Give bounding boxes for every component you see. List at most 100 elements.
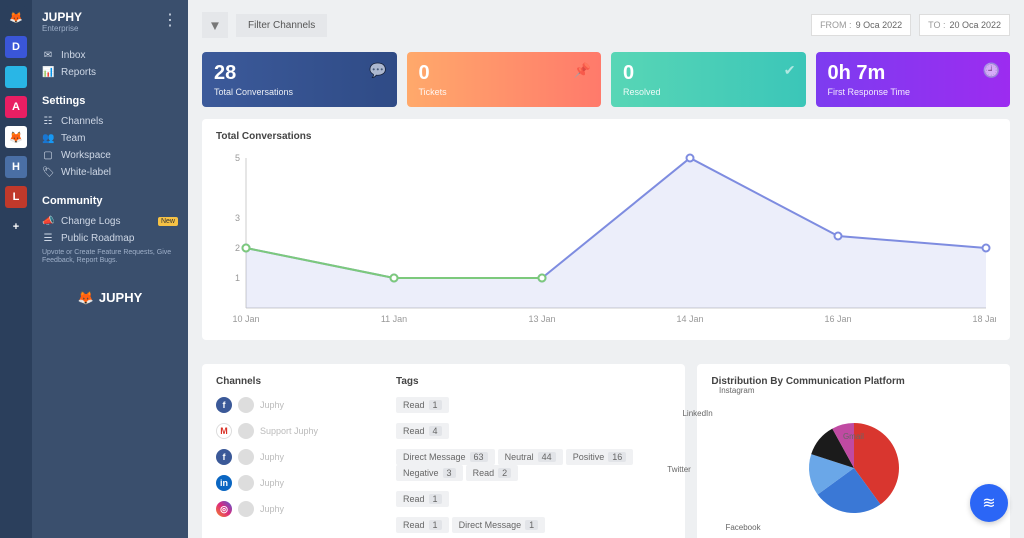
- sidebar-more-icon[interactable]: ⋮: [162, 10, 178, 30]
- conversations-chart: 123510 Jan11 Jan13 Jan14 Jan16 Jan18 Jan: [216, 148, 996, 328]
- tag-label: Direct Message: [459, 520, 522, 530]
- tag-label: Positive: [573, 452, 605, 462]
- main-content: ▼ Filter Channels FROM : 9 Oca 2022 TO :…: [188, 0, 1024, 538]
- date-to[interactable]: TO : 20 Oca 2022: [919, 14, 1010, 36]
- tag-chip[interactable]: Read 1: [396, 517, 449, 533]
- date-from-value: 9 Oca 2022: [856, 20, 903, 30]
- sidebar-item-workspace[interactable]: ▢Workspace: [42, 147, 178, 164]
- tag-label: Read: [403, 520, 425, 530]
- pie-label: Gmail: [843, 432, 864, 441]
- kpi-value: 0h 7m: [828, 62, 999, 85]
- sidebar-item-team[interactable]: 👥Team: [42, 130, 178, 147]
- kpi-value: 0: [623, 62, 794, 85]
- chart-title: Total Conversations: [216, 131, 996, 142]
- sidebar-item-reports[interactable]: 📊 Reports: [42, 64, 178, 81]
- sidebar-note: Upvote or Create Feature Requests, Give …: [42, 249, 178, 266]
- tag-count: 1: [429, 520, 442, 530]
- sidebar-item-icon: 🏷: [42, 167, 54, 178]
- channel-row[interactable]: fJuphy: [216, 397, 376, 413]
- kpi-icon: 💬: [369, 62, 386, 79]
- tag-row: Read1: [396, 397, 671, 413]
- tag-chip[interactable]: Read2: [466, 465, 519, 481]
- rail-item-2[interactable]: [5, 66, 27, 88]
- distribution-panel: Distribution By Communication Platform G…: [697, 364, 1010, 538]
- channel-row[interactable]: inJuphy: [216, 475, 376, 491]
- svg-text:16 Jan: 16 Jan: [824, 314, 851, 324]
- sidebar-item-label: Public Roadmap: [61, 233, 134, 244]
- sidebar-item-channels[interactable]: ☷Channels: [42, 113, 178, 130]
- kpi-card-first-response-time: 0h 7mFirst Response Time🕘: [816, 52, 1011, 107]
- pie-label: Facebook: [725, 523, 760, 532]
- sidebar-heading: Settings: [42, 95, 178, 107]
- channel-name: Juphy: [260, 504, 284, 514]
- channel-row[interactable]: M Support Juphy: [216, 423, 376, 439]
- channel-name: Support Juphy: [260, 426, 318, 436]
- sidebar-item-label: Workspace: [61, 150, 111, 161]
- rail-item-1[interactable]: D: [5, 36, 27, 58]
- gm-icon: M: [216, 423, 232, 439]
- kpi-cards: 28Total Conversations💬0Tickets📌0Resolved…: [202, 52, 1010, 107]
- channel-name: Juphy: [260, 478, 284, 488]
- rail-item-3[interactable]: A: [5, 96, 27, 118]
- sidebar: JUPHY Enterprise ⋮ ✉Inbox 📊 Reports Setting…: [32, 0, 188, 538]
- tag-chip[interactable]: Read1: [396, 397, 449, 413]
- tag-count: 1: [429, 494, 442, 504]
- rail-item-7[interactable]: +: [5, 216, 27, 238]
- tag-row: Read 1 Direct Message1: [396, 517, 671, 533]
- sidebar-item-label: Channels: [61, 116, 103, 127]
- sidebar-item-icon: 📊: [42, 67, 54, 78]
- workspace-rail: 🦊 D A 🦊 HL +: [0, 0, 32, 538]
- conversations-chart-panel: Total Conversations 123510 Jan11 Jan13 J…: [202, 119, 1010, 340]
- svg-text:2: 2: [235, 243, 240, 253]
- channel-name: Juphy: [260, 452, 284, 462]
- sidebar-item-label: Reports: [61, 67, 96, 78]
- sidebar-item-white-label[interactable]: 🏷 White-label: [42, 164, 178, 181]
- tag-row: Read4: [396, 423, 671, 439]
- channel-row[interactable]: f Juphy: [216, 449, 376, 465]
- workspace-plan: Enterprise: [42, 24, 82, 33]
- rail-item-5[interactable]: H: [5, 156, 27, 178]
- tag-chip[interactable]: Negative3: [396, 465, 463, 481]
- channel-row[interactable]: ◎Juphy: [216, 501, 376, 517]
- svg-text:18 Jan: 18 Jan: [972, 314, 996, 324]
- sidebar-item-change-logs[interactable]: 📣Change LogsNew: [42, 213, 178, 230]
- avatar: [238, 397, 254, 413]
- help-fab[interactable]: ≋: [970, 484, 1008, 522]
- date-to-label: TO :: [928, 20, 945, 30]
- avatar: [238, 501, 254, 517]
- kpi-label: Resolved: [623, 87, 794, 97]
- sidebar-item-inbox[interactable]: ✉Inbox: [42, 47, 178, 64]
- avatar: [238, 423, 254, 439]
- workspace-title: JUPHY: [42, 10, 82, 24]
- rail-item-4[interactable]: 🦊: [5, 126, 27, 148]
- svg-text:10 Jan: 10 Jan: [232, 314, 259, 324]
- tag-chip[interactable]: Direct Message63: [396, 449, 495, 465]
- filter-channels-button[interactable]: Filter Channels: [236, 14, 327, 37]
- kpi-value: 28: [214, 62, 385, 85]
- tag-chip[interactable]: Read1: [396, 491, 449, 507]
- pie-label: LinkedIn: [682, 409, 712, 418]
- sidebar-item-icon: 📣: [42, 216, 54, 227]
- tag-label: Neutral: [505, 452, 534, 462]
- svg-text:11 Jan: 11 Jan: [381, 314, 407, 324]
- date-from[interactable]: FROM : 9 Oca 2022: [811, 14, 911, 36]
- sidebar-item-label: Change Logs: [61, 216, 121, 227]
- tag-chip[interactable]: Direct Message1: [452, 517, 546, 533]
- tag-chip[interactable]: Positive16: [566, 449, 634, 465]
- fb-icon: f: [216, 449, 232, 465]
- tag-chip[interactable]: Neutral44: [498, 449, 563, 465]
- filter-icon[interactable]: ▼: [202, 12, 228, 38]
- fox-icon: 🦊: [78, 290, 94, 306]
- sidebar-item-label: White-label: [61, 167, 111, 178]
- sidebar-item-label: Inbox: [61, 50, 85, 61]
- tag-chip[interactable]: Read4: [396, 423, 449, 439]
- tag-label: Read: [403, 400, 425, 410]
- svg-text:3: 3: [235, 213, 240, 223]
- rail-item-0[interactable]: 🦊: [5, 6, 27, 28]
- tag-row: Read1: [396, 491, 671, 507]
- sidebar-item-public-roadmap[interactable]: ☰Public Roadmap: [42, 230, 178, 247]
- kpi-label: Total Conversations: [214, 87, 385, 97]
- kpi-icon: 🕘: [983, 62, 1000, 79]
- pie-label: Twitter: [667, 465, 691, 474]
- rail-item-6[interactable]: L: [5, 186, 27, 208]
